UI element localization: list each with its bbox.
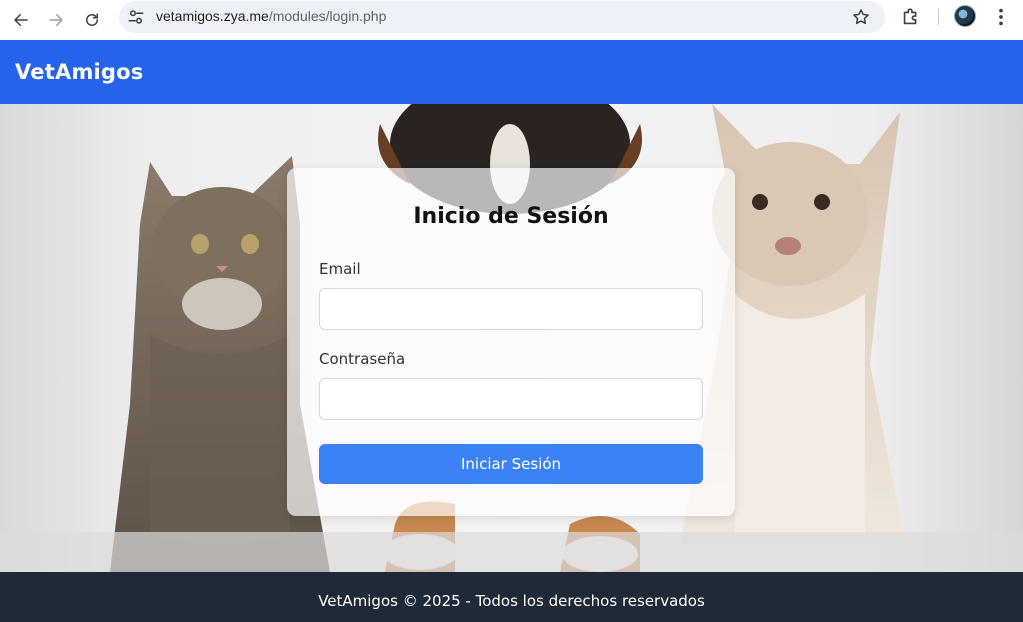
login-title: Inicio de Sesión xyxy=(413,204,609,229)
toolbar-divider xyxy=(938,9,939,25)
forward-button[interactable] xyxy=(42,6,70,34)
puzzle-icon[interactable] xyxy=(900,6,922,28)
tune-icon[interactable] xyxy=(127,8,145,26)
reload-button[interactable] xyxy=(78,6,106,34)
reload-icon xyxy=(86,13,98,26)
copyright-text: VetAmigos © 2025 - Todos los derechos re… xyxy=(318,592,705,610)
email-label: Email xyxy=(319,260,361,278)
avatar[interactable] xyxy=(954,5,976,27)
browser-toolbar: vetamigos.zya.me/modules/login.php xyxy=(0,0,1023,40)
login-button[interactable]: Iniciar Sesión xyxy=(319,444,703,484)
page-footer: VetAmigos © 2025 - Todos los derechos re… xyxy=(0,572,1023,622)
url-host: vetamigos.zya.me xyxy=(156,8,269,24)
arrow-right-icon xyxy=(49,14,63,26)
arrow-left-icon xyxy=(14,14,28,26)
password-label: Contraseña xyxy=(319,350,406,368)
url-path: /modules/login.php xyxy=(268,8,387,24)
brand-logo[interactable]: VetAmigos xyxy=(15,60,143,84)
back-button[interactable] xyxy=(7,6,35,34)
password-input[interactable] xyxy=(319,378,703,420)
star-icon[interactable] xyxy=(851,7,871,27)
address-bar[interactable]: vetamigos.zya.me/modules/login.php xyxy=(119,1,885,33)
url-text[interactable]: vetamigos.zya.me/modules/login.php xyxy=(156,8,386,24)
app-header: VetAmigos xyxy=(0,40,1023,104)
login-card: Inicio de Sesión Email Contraseña Inicia… xyxy=(287,168,735,516)
email-input[interactable] xyxy=(319,288,703,330)
kebab-menu-icon[interactable] xyxy=(990,6,1012,28)
